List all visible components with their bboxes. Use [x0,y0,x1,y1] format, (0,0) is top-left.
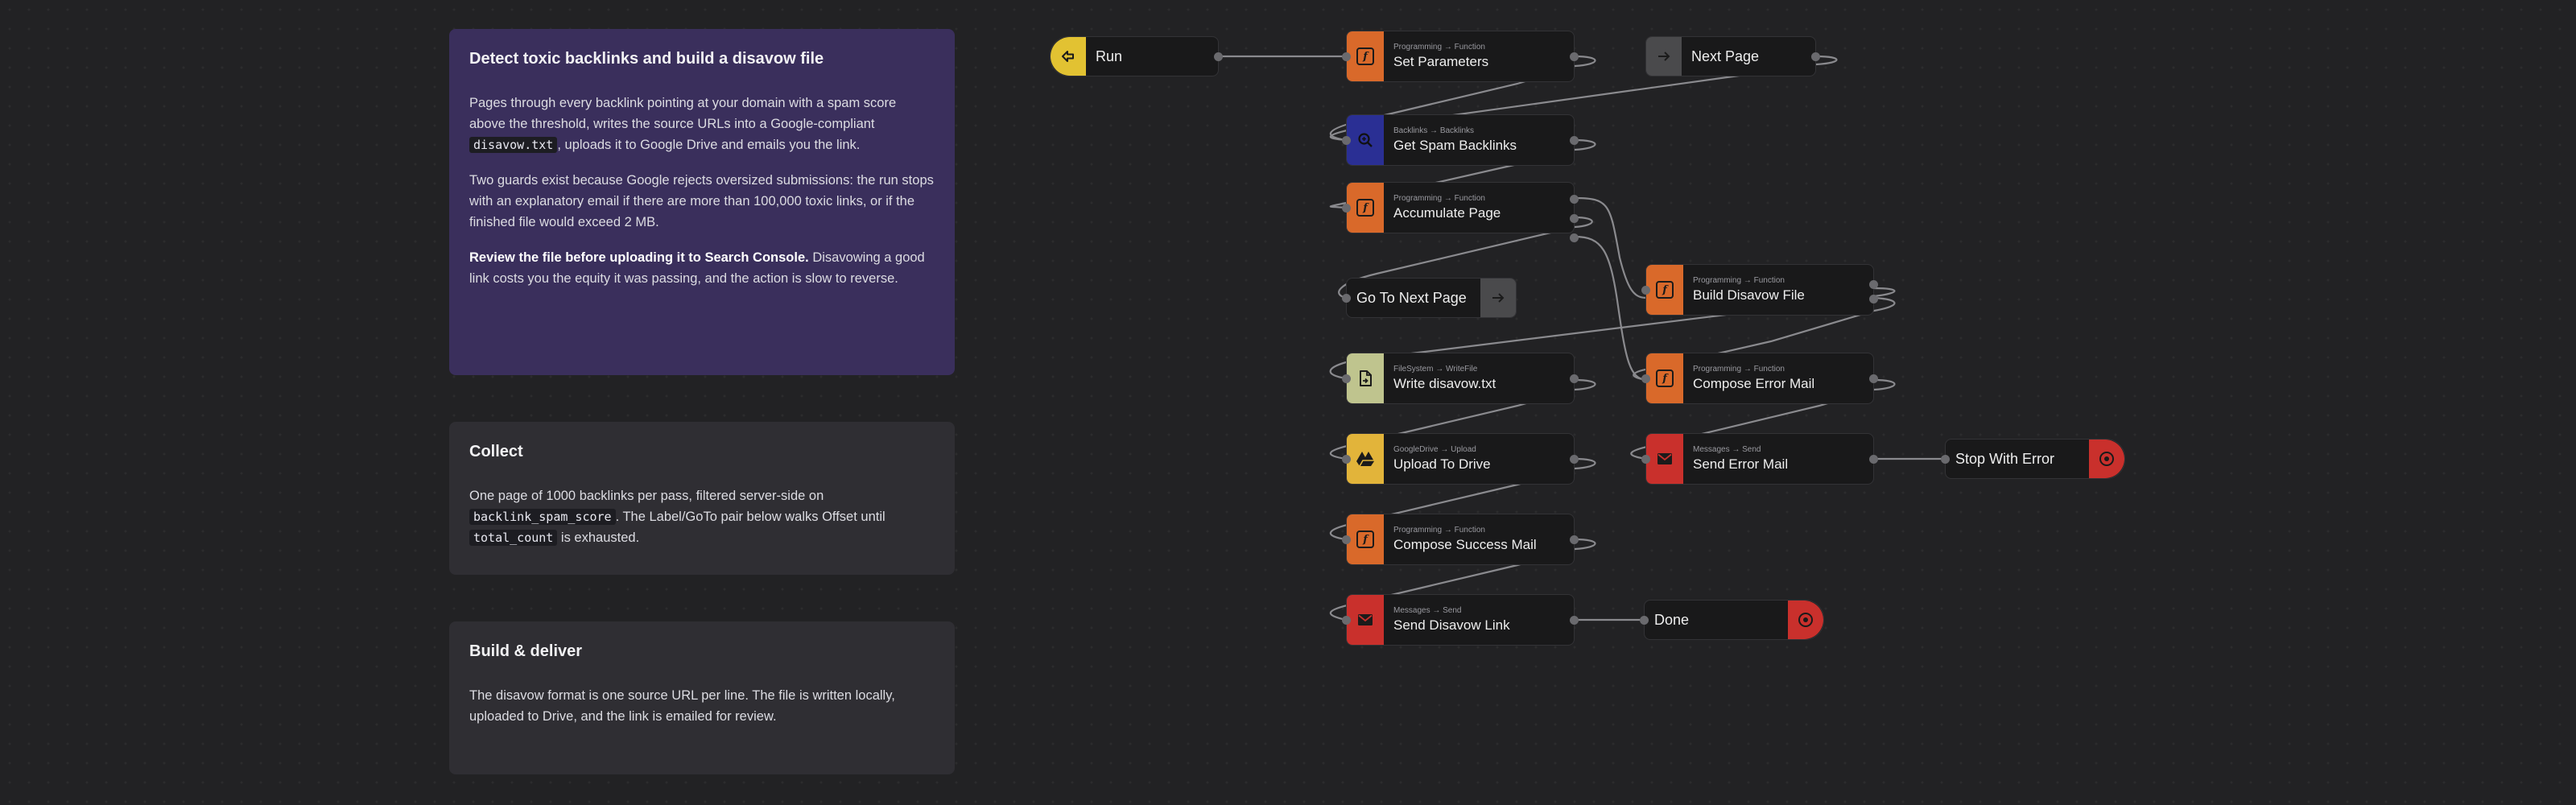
node-category: Programming [1693,276,1742,285]
node-accumulate-page-output-port-3[interactable] [1570,233,1579,242]
node-build-disavow-file-input-port[interactable] [1641,285,1650,295]
node-action: Function [1454,194,1485,203]
node-action: Function [1454,43,1485,52]
node-go-to-next-page-input-port[interactable] [1342,293,1351,303]
node-set-parameters[interactable]: f Programming → Function Set Parameters [1342,31,1579,82]
drive-icon [1347,434,1384,484]
mail-icon [1646,434,1683,484]
node-accumulate-page-output-port-2[interactable] [1570,213,1579,223]
mail-icon [1347,595,1384,645]
node-compose-error-mail-output-port[interactable] [1869,374,1878,383]
node-category: Messages [1693,445,1730,454]
node-stop-with-error-title: Stop With Error [1955,450,2055,467]
node-get-spam-backlinks-output-port[interactable] [1570,135,1579,145]
node-compose-success-mail-title: Compose Success Mail [1393,537,1537,552]
node-accumulate-page-title: Accumulate Page [1393,205,1501,221]
node-send-disavow-link-title: Send Disavow Link [1393,617,1510,633]
node-run-output-port[interactable] [1214,52,1223,61]
stop-target-icon [1788,601,1823,639]
node-accumulate-page[interactable]: f Programming → Function Accumulate Page [1342,182,1579,242]
node-upload-to-drive-title: Upload To Drive [1393,456,1491,472]
node-done[interactable]: Done [1640,600,1824,640]
node-send-disavow-link-input-port[interactable] [1342,615,1351,625]
node-accumulate-page-output-port-1[interactable] [1570,194,1579,204]
node-next-page-output-port[interactable] [1811,52,1820,61]
node-action: Upload [1451,445,1476,454]
node-set-parameters-output-port[interactable] [1570,52,1579,61]
node-send-error-mail-input-port[interactable] [1641,454,1650,464]
node-stop-with-error[interactable]: Stop With Error [1941,439,2125,479]
node-send-error-mail-output-port[interactable] [1869,454,1878,464]
node-category: Programming [1393,194,1443,203]
node-accumulate-page-input-port[interactable] [1342,203,1351,213]
node-action: Send [1443,606,1462,615]
node-next-page[interactable]: Next Page [1645,36,1820,76]
node-done-title: Done [1654,611,1690,628]
node-run-title: Run [1096,47,1123,64]
node-build-disavow-file-output-port-1[interactable] [1869,279,1878,289]
node-run[interactable]: Run [1050,36,1223,76]
node-category: Backlinks [1393,126,1428,135]
node-action: Function [1454,526,1485,535]
node-get-spam-backlinks[interactable]: Backlinks → Backlinks Get Spam Backlinks [1342,114,1579,166]
magnifier-icon [1347,115,1384,165]
trigger-icon [1051,37,1086,76]
node-action: Backlinks [1439,126,1475,135]
node-upload-to-drive-input-port[interactable] [1342,454,1351,464]
node-compose-error-mail[interactable]: f Programming → Function Compose Error M… [1641,353,1878,404]
wire-accumulate-to-compose-error [1573,235,1648,382]
function-icon: f [1347,183,1384,233]
node-done-input-port[interactable] [1640,615,1649,625]
function-icon: f [1347,514,1384,564]
node-write-disavow-title: Write disavow.txt [1393,376,1496,391]
node-compose-error-mail-input-port[interactable] [1641,374,1650,383]
node-send-disavow-link-output-port[interactable] [1570,615,1579,625]
connection-wires [1217,55,1946,621]
node-compose-success-mail-output-port[interactable] [1570,535,1579,544]
node-go-to-next-page[interactable]: Go To Next Page [1342,278,1517,318]
label-arrow-icon [1646,37,1682,76]
node-set-parameters-title: Set Parameters [1393,54,1489,69]
node-write-disavow-input-port[interactable] [1342,374,1351,383]
node-send-error-mail[interactable]: Messages → Send Send Error Mail [1641,433,1878,485]
node-category: Programming [1393,43,1443,52]
node-build-disavow-file-title: Build Disavow File [1693,287,1805,303]
node-write-disavow-output-port[interactable] [1570,374,1579,383]
stop-target-icon [2089,440,2124,478]
node-category: Programming [1393,526,1443,535]
node-send-disavow-link[interactable]: Messages → Send Send Disavow Link [1342,594,1579,646]
function-icon: f [1347,31,1384,81]
node-next-page-title: Next Page [1691,47,1760,64]
node-compose-success-mail-input-port[interactable] [1342,535,1351,544]
node-category: FileSystem [1393,365,1434,374]
file-write-icon [1347,353,1384,403]
node-stop-with-error-input-port[interactable] [1941,454,1950,464]
node-upload-to-drive-output-port[interactable] [1570,454,1579,464]
node-write-disavow[interactable]: FileSystem → WriteFile Write disavow.txt [1342,353,1579,404]
node-action: Send [1742,445,1761,454]
goto-arrow-icon [1480,279,1516,317]
node-go-to-next-page-title: Go To Next Page [1356,289,1467,306]
function-icon: f [1646,353,1683,403]
node-compose-error-mail-title: Compose Error Mail [1693,376,1815,391]
node-action: Function [1753,276,1785,285]
node-build-disavow-file-output-port-2[interactable] [1869,294,1878,303]
node-category: Messages [1393,606,1430,615]
node-get-spam-backlinks-title: Get Spam Backlinks [1393,138,1517,153]
node-build-disavow-file[interactable]: f Programming → Function Build Disavow F… [1641,264,1878,316]
node-category: Programming [1693,365,1742,374]
function-icon: f [1646,265,1683,315]
node-category: GoogleDrive [1393,445,1439,454]
node-get-spam-backlinks-input-port[interactable] [1342,135,1351,145]
node-upload-to-drive[interactable]: GoogleDrive → Upload Upload To Drive [1342,433,1579,485]
node-action: Function [1753,365,1785,374]
node-action: WriteFile [1446,365,1478,374]
node-set-parameters-input-port[interactable] [1342,52,1351,61]
wire-accumulate-to-build [1573,196,1648,299]
node-compose-success-mail[interactable]: f Programming → Function Compose Success… [1342,514,1579,565]
node-send-error-mail-title: Send Error Mail [1693,456,1789,472]
